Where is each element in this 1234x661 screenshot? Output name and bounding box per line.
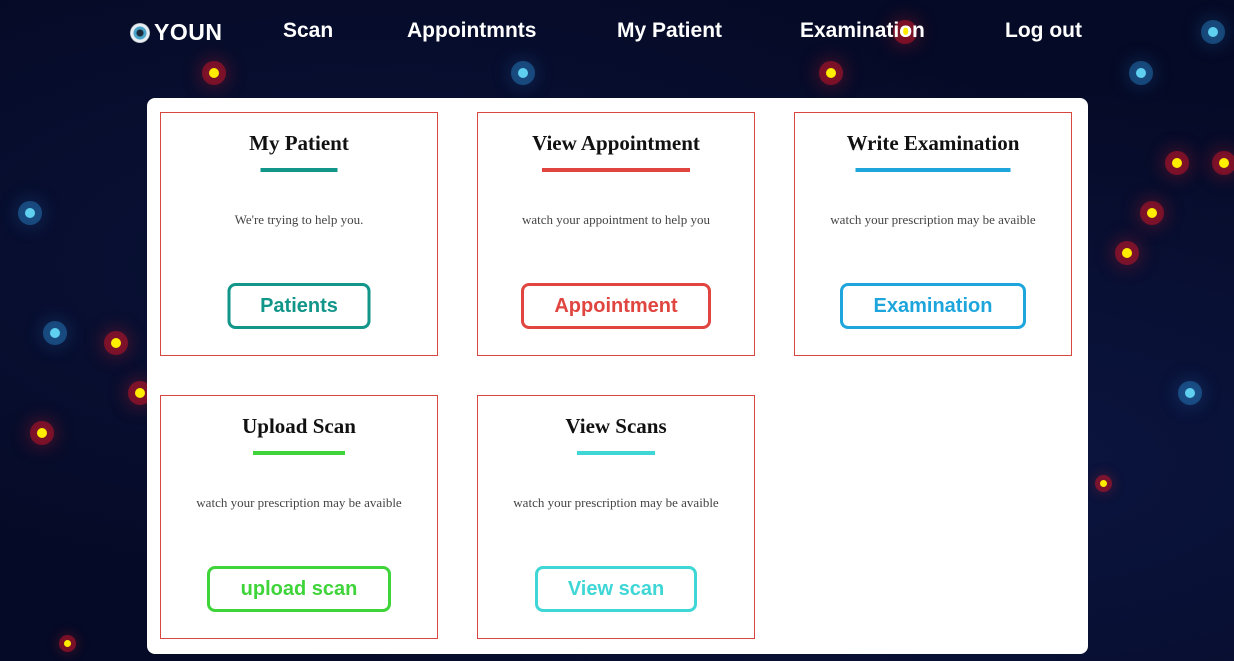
card-accent-bar: [542, 168, 690, 172]
eye-icon: [130, 22, 150, 43]
card-description: We're trying to help you.: [234, 212, 364, 227]
background-dot: [37, 428, 47, 438]
examination-button[interactable]: Examination: [840, 283, 1026, 329]
background-dot: [111, 338, 121, 348]
view-scan-button[interactable]: View scan: [535, 566, 697, 612]
dashboard-panel: My Patient We're trying to help you. Pat…: [147, 98, 1088, 654]
background-dot: [64, 640, 71, 647]
card-title: Upload Scan: [242, 414, 356, 438]
nav-link-appointments[interactable]: Appointmnts: [407, 19, 536, 43]
background-dot: [1122, 248, 1132, 258]
background-dot: [135, 388, 145, 398]
patients-button[interactable]: Patients: [227, 283, 371, 329]
background-dot: [25, 208, 35, 218]
card-upload-scan: Upload Scan watch your prescription may …: [160, 395, 438, 639]
background-dot: [50, 328, 60, 338]
card-title: Write Examination: [846, 131, 1020, 155]
card-title: View Appointment: [532, 131, 700, 155]
card-title: View Scans: [565, 414, 667, 438]
card-description: watch your prescription may be avaible: [196, 495, 402, 510]
card-description: watch your prescription may be avaible: [513, 495, 719, 510]
background-dot: [826, 68, 836, 78]
background-dot: [1147, 208, 1157, 218]
card-accent-bar: [260, 168, 338, 172]
background-dot: [209, 68, 219, 78]
nav-link-examination[interactable]: Examination: [800, 19, 925, 43]
background-dot: [1219, 158, 1229, 168]
nav-link-scan[interactable]: Scan: [283, 19, 333, 43]
background-dot: [1100, 480, 1107, 487]
brand-logo[interactable]: YOUN: [130, 19, 222, 46]
nav-link-logout[interactable]: Log out: [1005, 19, 1082, 43]
card-view-appointment: View Appointment watch your appointment …: [477, 112, 755, 356]
card-my-patient: My Patient We're trying to help you. Pat…: [160, 112, 438, 356]
card-accent-bar: [577, 451, 655, 455]
nav-link-my-patient[interactable]: My Patient: [617, 19, 722, 43]
card-title: My Patient: [249, 131, 349, 155]
card-description: watch your appointment to help you: [521, 212, 711, 227]
background-dot: [1185, 388, 1195, 398]
card-accent-bar: [253, 451, 345, 455]
background-dot: [1172, 158, 1182, 168]
card-accent-bar: [855, 168, 1011, 172]
card-write-examination: Write Examination watch your prescriptio…: [794, 112, 1072, 356]
card-view-scans: View Scans watch your prescription may b…: [477, 395, 755, 639]
upload-scan-button[interactable]: upload scan: [207, 566, 391, 612]
background-dot: [518, 68, 528, 78]
background-dot: [1136, 68, 1146, 78]
brand-name: YOUN: [154, 19, 223, 45]
top-nav: YOUN Scan Appointmnts My Patient Examina…: [0, 0, 1234, 62]
appointment-button[interactable]: Appointment: [521, 283, 711, 329]
card-description: watch your prescription may be avaible: [830, 212, 1036, 227]
